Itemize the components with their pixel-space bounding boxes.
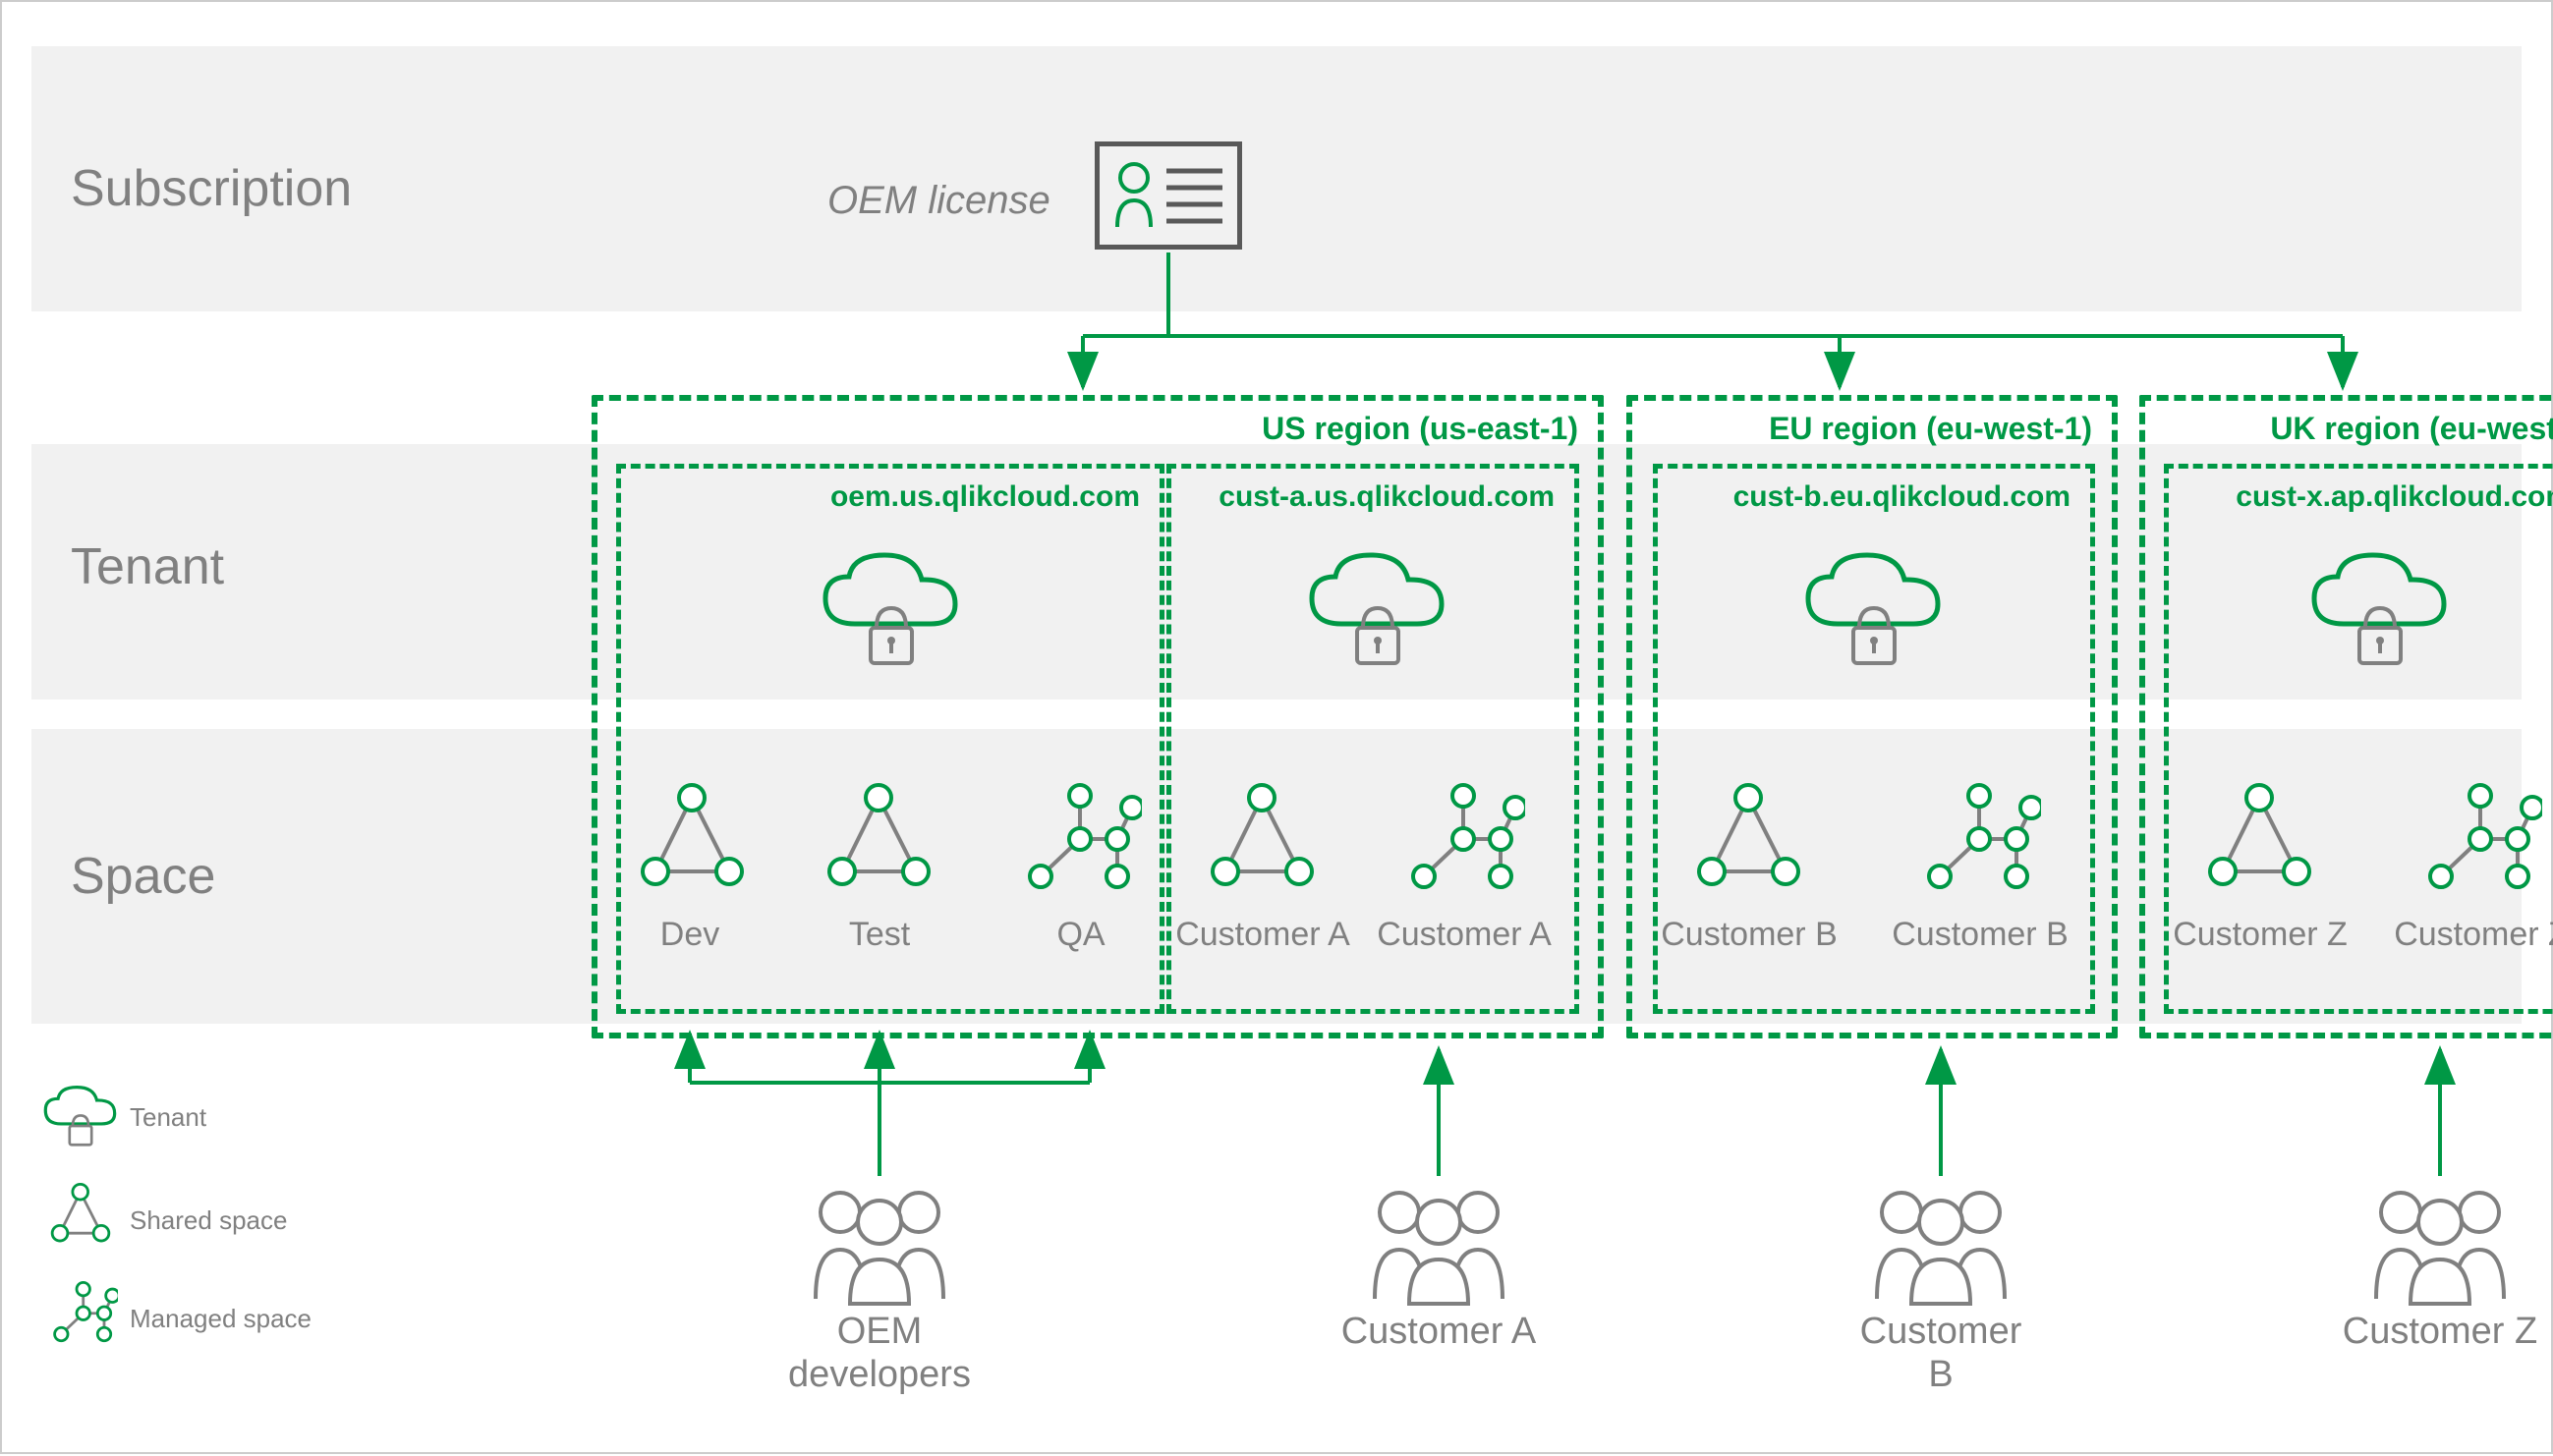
tenant-label: Tenant	[71, 537, 224, 596]
legend-shared: Shared space	[130, 1205, 287, 1236]
license-icon	[1095, 141, 1242, 250]
shared-space-icon	[818, 778, 940, 901]
space-label-cust-b-managed: Customer B	[1892, 916, 2069, 954]
tenant-url-0: oem.us.qlikcloud.com	[830, 480, 1140, 514]
space-label-cust-z-shared: Customer Z	[2172, 916, 2349, 954]
legend-tenant: Tenant	[130, 1102, 206, 1133]
user-label-a: Customer A	[1340, 1311, 1537, 1354]
managed-space-icon	[1019, 778, 1142, 901]
eu-region-label: EU region (eu-west-1)	[1769, 411, 2092, 447]
tenant-url-2: cust-b.eu.qlikcloud.com	[1733, 480, 2071, 514]
cloud-lock-icon	[2306, 547, 2454, 675]
shared-space-icon	[631, 778, 754, 901]
shared-space-icon	[1687, 778, 1810, 901]
managed-space-icon	[2419, 778, 2542, 901]
space-label-test: Test	[791, 916, 968, 954]
space-label-cust-a-shared: Customer A	[1174, 916, 1351, 954]
users-icon	[2356, 1181, 2524, 1309]
users-icon	[1857, 1181, 2024, 1309]
users-icon	[796, 1181, 963, 1309]
subscription-label: Subscription	[71, 159, 352, 218]
managed-space-icon	[49, 1279, 118, 1348]
space-label-dev: Dev	[601, 916, 778, 954]
cloud-lock-icon	[818, 547, 965, 675]
cloud-lock-icon	[41, 1083, 120, 1151]
managed-space-icon	[1402, 778, 1525, 901]
legend-managed: Managed space	[130, 1304, 312, 1334]
space-label-cust-b-shared: Customer B	[1661, 916, 1838, 954]
space-label-band: Space	[71, 847, 215, 906]
user-label-oem: OEM developers	[781, 1311, 978, 1396]
shared-space-icon	[1201, 778, 1324, 901]
space-label-cust-a-managed: Customer A	[1376, 916, 1553, 954]
space-label-qa: QA	[993, 916, 1169, 954]
tenant-url-1: cust-a.us.qlikcloud.com	[1219, 480, 1555, 514]
user-label-z: Customer Z	[2342, 1311, 2538, 1354]
shared-space-icon	[46, 1181, 115, 1250]
cloud-lock-icon	[1800, 547, 1948, 675]
uk-region-label: UK region (eu-west-2)	[2270, 411, 2553, 447]
subscription-band	[31, 46, 2522, 311]
diagram-canvas: Subscription Tenant Space OEM license	[0, 0, 2553, 1454]
cloud-lock-icon	[1304, 547, 1451, 675]
oem-license-label: OEM license	[827, 179, 1050, 223]
user-label-b: Customer B	[1843, 1311, 2039, 1396]
managed-space-icon	[1918, 778, 2041, 901]
users-icon	[1355, 1181, 1522, 1309]
shared-space-icon	[2198, 778, 2321, 901]
space-label-cust-z-managed: Customer Z	[2393, 916, 2553, 954]
tenant-url-3: cust-x.ap.qlikcloud.com	[2236, 480, 2553, 514]
us-region-label: US region (us-east-1)	[1262, 411, 1578, 447]
